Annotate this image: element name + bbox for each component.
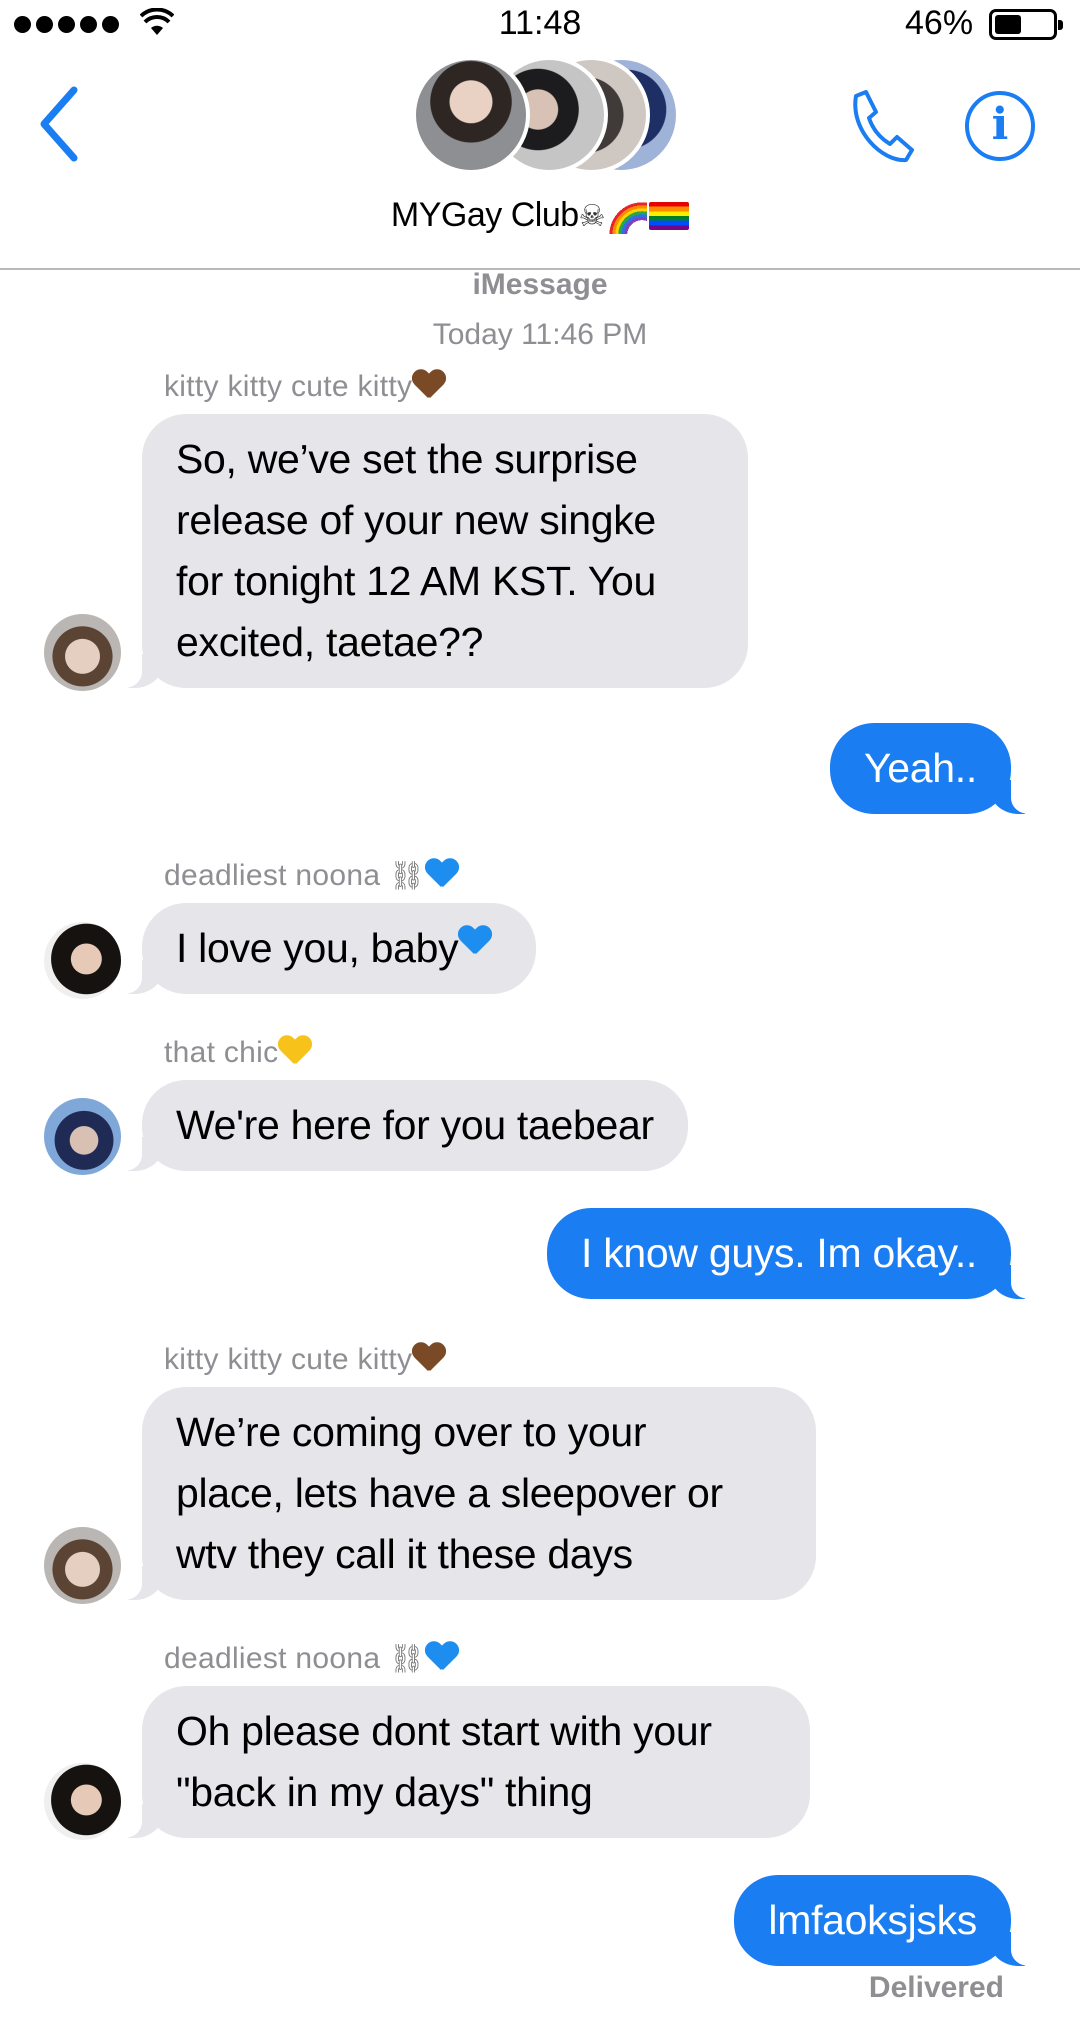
incoming-message-bubble[interactable]: We're here for you taebear: [112, 1080, 688, 1171]
incoming-message-bubble[interactable]: Oh please dont start with your "back in …: [112, 1686, 810, 1838]
blue-heart-icon: [425, 859, 459, 891]
group-title[interactable]: MYGay Club☠: [0, 194, 1080, 235]
chains-emoji-icon: ⛓: [389, 1643, 425, 1674]
message-text: So, we’ve set the surprise release of yo…: [176, 436, 656, 665]
blue-heart-icon: [458, 926, 502, 968]
sender-name: deadliest noona ⛓: [164, 1642, 459, 1676]
rainbow-emoji-icon: [605, 194, 648, 234]
sender-name: kitty kitty cute kitty: [164, 370, 446, 404]
message-text: I know guys. Im okay..: [581, 1230, 977, 1276]
message-text: I love you, baby: [176, 925, 459, 971]
message-text: We're here for you taebear: [176, 1102, 654, 1148]
sender-avatar[interactable]: [44, 1763, 121, 1840]
skull-emoji-icon: ☠: [578, 200, 606, 233]
info-button[interactable]: i: [965, 91, 1035, 161]
sender-name: kitty kitty cute kitty: [164, 1343, 446, 1377]
sender-avatar[interactable]: [44, 1527, 121, 1604]
group-avatar-stack[interactable]: [412, 56, 680, 186]
rainbow-flag-emoji-icon: [649, 202, 690, 230]
brown-heart-icon: [412, 1343, 446, 1375]
conversation-timestamp: Today 11:46 PM: [432, 318, 648, 351]
incoming-message-bubble[interactable]: So, we’ve set the surprise release of yo…: [112, 414, 748, 688]
message-text: We’re coming over to your place, lets ha…: [176, 1409, 723, 1577]
outgoing-message-bubble[interactable]: I know guys. Im okay..: [547, 1208, 1041, 1299]
status-bar: 11:48 46%: [0, 0, 1080, 46]
brown-heart-icon: [412, 370, 446, 402]
delivered-status: Delivered: [868, 1971, 1004, 2004]
sender-avatar[interactable]: [44, 922, 121, 999]
message-text: Oh please dont start with your "back in …: [176, 1708, 712, 1815]
sender-name: that chic: [164, 1036, 312, 1070]
group-name: MYGay Club: [390, 196, 579, 234]
chains-emoji-icon: ⛓: [389, 860, 425, 891]
phone-call-button[interactable]: [842, 86, 914, 168]
battery-percentage: 46%: [905, 4, 974, 42]
sender-name: deadliest noona ⛓: [164, 859, 459, 893]
yellow-heart-icon: [278, 1036, 312, 1068]
sender-avatar[interactable]: [44, 614, 121, 691]
service-label: iMessage: [472, 268, 608, 301]
outgoing-message-bubble[interactable]: Yeah..: [830, 723, 1041, 814]
sender-avatar[interactable]: [44, 1098, 121, 1175]
info-icon: i: [991, 99, 1009, 150]
message-text: Yeah..: [864, 745, 977, 791]
group-member-avatar: [412, 56, 530, 174]
message-text: lmfaoksjsks: [768, 1897, 977, 1943]
incoming-message-bubble[interactable]: We’re coming over to your place, lets ha…: [112, 1387, 816, 1600]
battery-icon: [989, 9, 1063, 40]
outgoing-message-bubble[interactable]: lmfaoksjsks: [734, 1875, 1041, 1966]
incoming-message-bubble[interactable]: I love you, baby: [111, 903, 537, 994]
blue-heart-icon: [425, 1642, 459, 1674]
conversation-header: MYGay Club☠ i: [0, 46, 1080, 270]
back-button[interactable]: [34, 82, 90, 166]
